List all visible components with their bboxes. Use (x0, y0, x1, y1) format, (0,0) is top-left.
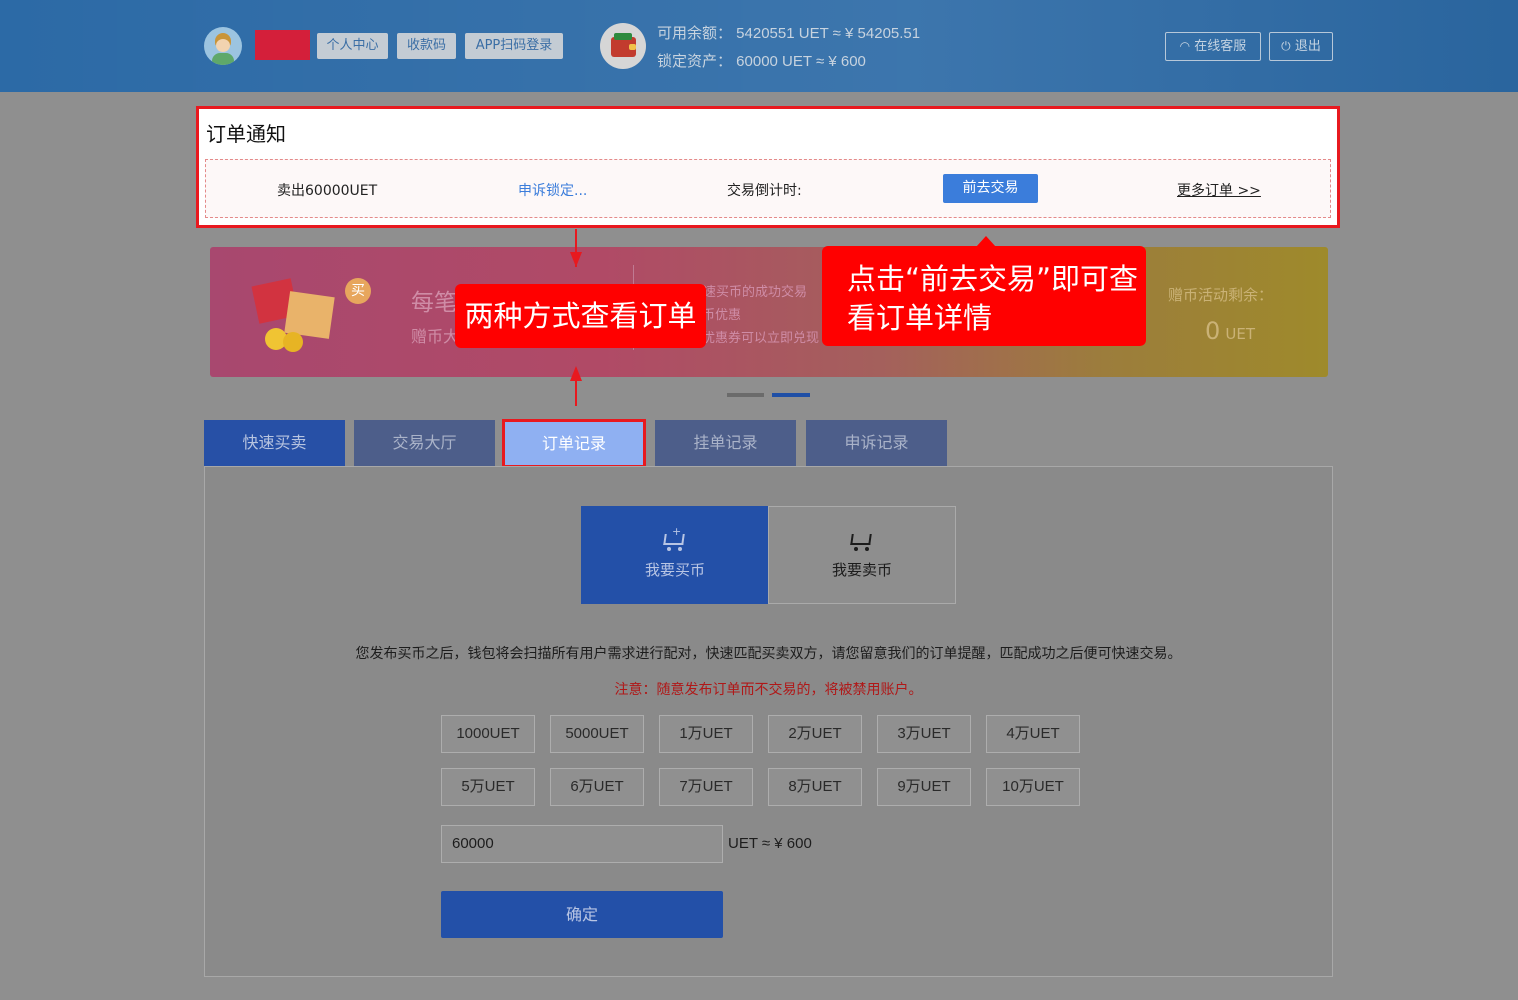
banner-line-2: 币优惠 (702, 308, 742, 323)
trade-warning: 注意：随意发布订单而不交易的，将被禁用账户。 (614, 682, 923, 698)
confirm-button[interactable]: 确定 (441, 891, 723, 938)
logout-label: 退出 (1294, 39, 1321, 54)
amount-option-1000[interactable]: 1000UET (441, 715, 535, 753)
amount-option-20k[interactable]: 2万UET (768, 715, 862, 753)
annotation-callout-two-ways: 两种方式查看订单 (455, 284, 706, 348)
annotation-callout-line-2: 看订单详情 (847, 301, 993, 335)
amount-option-50k[interactable]: 5万UET (441, 768, 535, 806)
carousel-dot-1[interactable] (727, 393, 764, 397)
tab-trade-hall[interactable]: 交易大厅 (354, 420, 495, 466)
gift-box-icon: 买 (251, 272, 371, 357)
sell-coin-button[interactable]: 我要卖币 (768, 506, 956, 604)
gift-activity-value: 0 UET (1205, 317, 1255, 345)
order-text: 卖出60000UET (277, 183, 378, 199)
gift-activity-label: 赠币活动剩余： (1168, 286, 1274, 304)
amount-option-10k[interactable]: 1万UET (659, 715, 753, 753)
banner-subtitle: 赠币大 (411, 327, 460, 346)
power-icon: ⏻ (1281, 39, 1291, 53)
carousel-dot-2[interactable] (772, 393, 810, 397)
trade-description: 您发布买币之后，钱包将会扫描所有用户需求进行配对，快速匹配买卖双方，请您留意我们… (355, 646, 1182, 662)
tab-pending-orders[interactable]: 挂单记录 (655, 420, 796, 466)
appeal-locked-link[interactable]: 申诉锁定... (518, 180, 587, 200)
order-notice-box: 订单通知 卖出60000UET 申诉锁定... 交易倒计时: 前去交易 更多订单… (196, 106, 1340, 228)
buy-coin-button[interactable]: + 我要买币 (581, 506, 769, 604)
locked-assets: 锁定资产： 60000 UET ≈ ¥ 600 (657, 53, 866, 70)
annotation-callout-go-trade: 点击“前去交易”即可查 看订单详情 (822, 246, 1146, 346)
more-orders-link[interactable]: 更多订单 >> (1177, 180, 1261, 200)
amount-option-40k[interactable]: 4万UET (986, 715, 1080, 753)
tab-appeal-records[interactable]: 申诉记录 (806, 420, 947, 466)
annotation-arrowhead-up (570, 366, 582, 381)
order-notice-row: 卖出60000UET 申诉锁定... 交易倒计时: 前去交易 更多订单 >> (205, 159, 1331, 218)
annotation-arrowhead-down (570, 252, 582, 267)
amount-option-80k[interactable]: 8万UET (768, 768, 862, 806)
amount-option-5000[interactable]: 5000UET (550, 715, 644, 753)
online-support-button[interactable]: ◠ 在线客服 (1165, 32, 1261, 61)
banner-line-1: 快速买币的成功交易 (690, 285, 808, 300)
order-notice-title: 订单通知 (206, 122, 286, 146)
amount-option-60k[interactable]: 6万UET (550, 768, 644, 806)
go-trade-button[interactable]: 前去交易 (943, 174, 1038, 203)
gift-value-number: 0 (1205, 317, 1221, 345)
headset-icon: ◠ (1179, 39, 1191, 53)
payment-code-button[interactable]: 收款码 (397, 33, 456, 59)
tab-order-records[interactable]: 订单记录 (505, 422, 643, 465)
sell-coin-label: 我要卖币 (831, 561, 892, 579)
amount-input[interactable]: 60000 (441, 825, 723, 863)
banner-line-3: 优惠券可以立即兑现 (702, 331, 820, 346)
user-avatar[interactable] (204, 27, 242, 65)
trade-countdown-label: 交易倒计时: (727, 183, 802, 199)
amount-option-70k[interactable]: 7万UET (659, 768, 753, 806)
gift-value-unit: UET (1225, 325, 1255, 343)
wallet-icon (600, 23, 646, 69)
personal-center-button[interactable]: 个人中心 (317, 33, 388, 59)
amount-conversion: UET ≈ ¥ 600 (728, 835, 812, 852)
cart-icon (849, 529, 875, 551)
promo-banner[interactable] (210, 247, 1328, 377)
redacted-username (255, 30, 310, 60)
online-support-label: 在线客服 (1194, 39, 1247, 54)
tab-quick-trade[interactable]: 快速买卖 (204, 420, 345, 466)
annotation-callout-line-1: 点击“前去交易”即可查 (847, 262, 1139, 296)
available-balance: 可用余额： 5420551 UET ≈ ¥ 54205.51 (657, 25, 921, 42)
cart-plus-icon: + (662, 525, 688, 551)
amount-option-100k[interactable]: 10万UET (986, 768, 1080, 806)
buy-badge-icon: 买 (345, 278, 371, 304)
amount-option-90k[interactable]: 9万UET (877, 768, 971, 806)
app-scan-login-button[interactable]: APP扫码登录 (465, 33, 563, 59)
buy-coin-label: 我要买币 (644, 561, 705, 579)
amount-option-30k[interactable]: 3万UET (877, 715, 971, 753)
banner-headline: 每笔 (411, 290, 457, 316)
logout-button[interactable]: ⏻ 退出 (1269, 32, 1333, 61)
